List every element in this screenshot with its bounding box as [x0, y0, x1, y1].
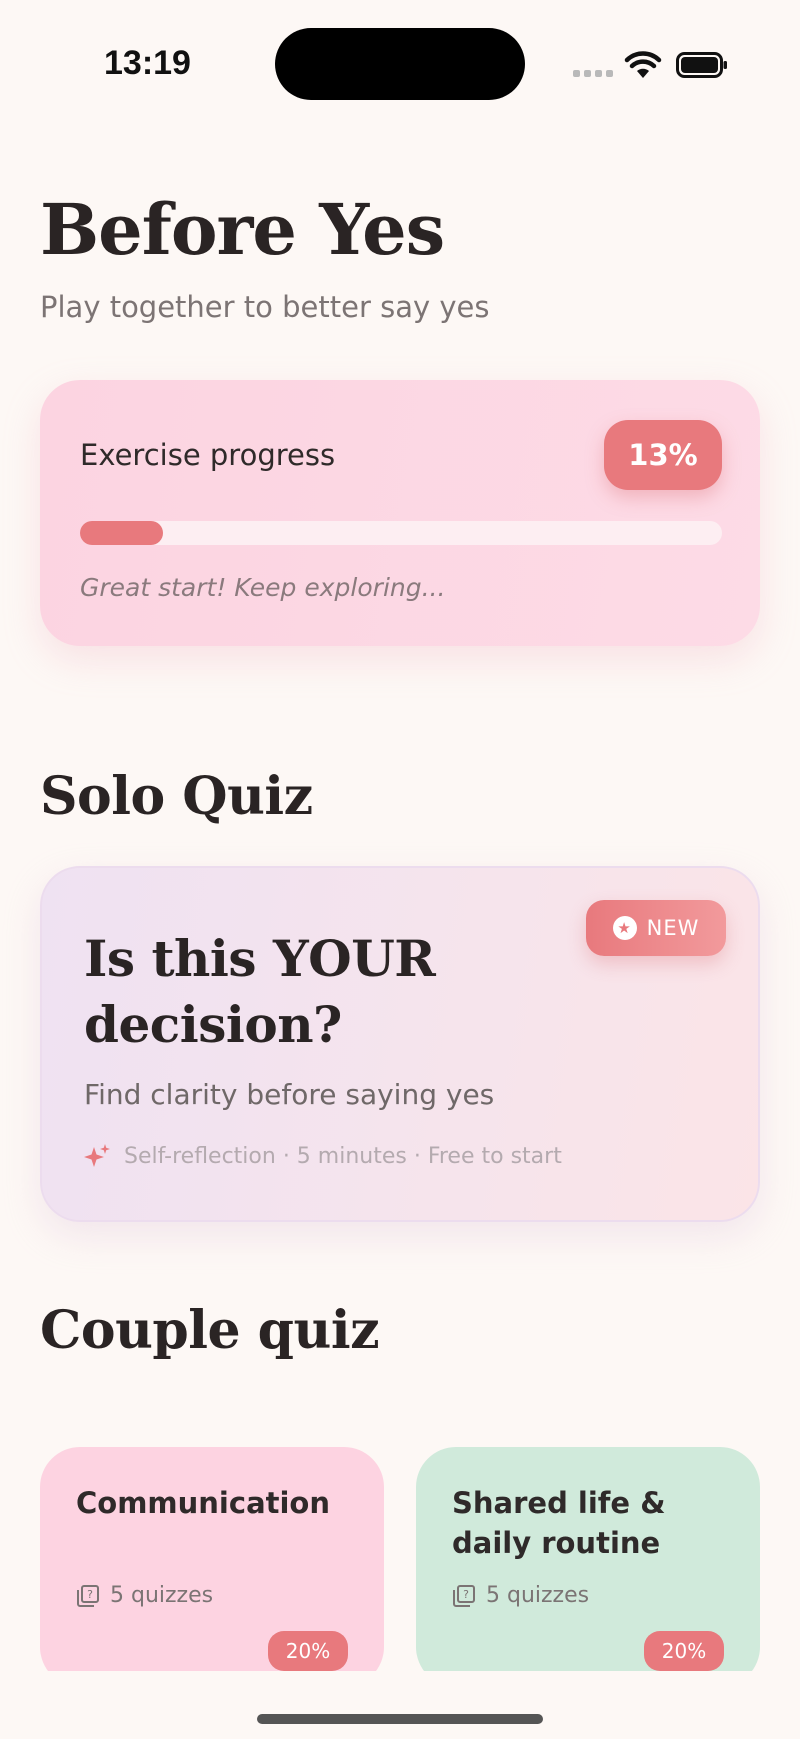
category-card-communication[interactable]: Communication ? 5 quizzes 20% [40, 1447, 384, 1687]
wifi-icon [624, 51, 662, 78]
svg-text:?: ? [463, 1588, 469, 1601]
progress-fill [80, 521, 164, 545]
quiz-stack-icon: ? [77, 1584, 99, 1607]
svg-text:?: ? [87, 1588, 93, 1601]
new-badge-label: NEW [646, 916, 700, 940]
home-indicator[interactable] [257, 1714, 543, 1724]
dynamic-island [275, 28, 525, 100]
category-meta: ? 5 quizzes [76, 1583, 213, 1608]
star-icon: ★ [612, 916, 637, 940]
bottom-safe-area [0, 1671, 800, 1739]
category-percent-badge: 20% [644, 1631, 724, 1671]
solo-quiz-description: Find clarity before saying yes [84, 1078, 495, 1111]
category-quiz-count: 5 quizzes [486, 1583, 590, 1608]
solo-quiz-meta: Self-reflection · 5 minutes · Free to st… [84, 1142, 562, 1170]
progress-percent-badge: 13% [604, 420, 722, 490]
status-bar: 13:19 [0, 0, 800, 130]
category-percent-badge: 20% [268, 1631, 348, 1671]
progress-label: Exercise progress [80, 438, 336, 472]
category-meta: ? 5 quizzes [452, 1583, 589, 1608]
page-subtitle: Play together to better say yes [40, 290, 490, 324]
solo-quiz-title: Is this YOUR decision? [84, 929, 436, 1054]
couple-quiz-heading: Couple quiz [40, 1300, 380, 1361]
progress-note: Great start! Keep exploring... [80, 573, 446, 602]
solo-quiz-card[interactable]: ★ NEW Is this YOUR decision? Find clarit… [40, 866, 760, 1222]
status-time: 13:19 [104, 44, 191, 82]
quiz-stack-icon: ? [453, 1584, 475, 1607]
sparkle-icon [84, 1144, 110, 1167]
solo-quiz-heading: Solo Quiz [40, 766, 313, 827]
category-card-shared-life[interactable]: Shared life & daily routine ? 5 quizzes … [416, 1447, 760, 1687]
category-title: Communication [76, 1486, 331, 1520]
battery-icon [676, 52, 727, 78]
category-title: Shared life & daily routine [452, 1486, 666, 1560]
progress-track [80, 521, 722, 545]
page-title: Before Yes [40, 188, 445, 271]
category-quiz-count: 5 quizzes [110, 1583, 214, 1608]
exercise-progress-card[interactable]: Exercise progress 13% Great start! Keep … [40, 380, 760, 646]
new-badge: ★ NEW [586, 900, 726, 956]
cellular-signal-icon [573, 70, 613, 78]
solo-quiz-meta-text: Self-reflection · 5 minutes · Free to st… [124, 1143, 562, 1169]
